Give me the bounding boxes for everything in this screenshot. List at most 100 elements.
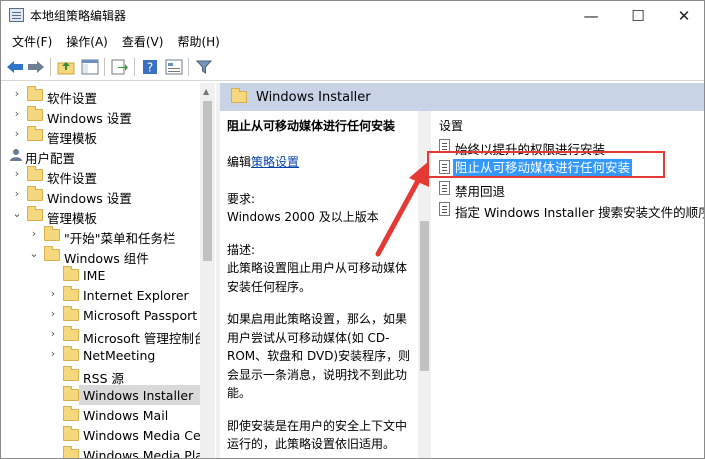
folder-icon <box>27 206 43 221</box>
policy-description: 阻止从可移动媒体进行任何安装 编辑策略设置 要求: Windows 2000 及… <box>220 111 418 458</box>
tree-item[interactable]: › Microsoft Passport <box>1 305 201 325</box>
toolbar: ? <box>1 52 704 81</box>
export-icon[interactable] <box>111 58 129 75</box>
menu-bar: 文件(F) 操作(A) 查看(V) 帮助(H) <box>1 30 704 52</box>
tree-item[interactable]: › Microsoft 管理控制台 <box>1 325 206 346</box>
folder-icon <box>27 126 43 141</box>
setting-row[interactable]: 禁用回退 <box>436 178 676 199</box>
back-arrow-icon[interactable] <box>6 58 24 75</box>
folder-icon <box>231 88 247 103</box>
folder-icon <box>27 166 43 181</box>
menu-view[interactable]: 查看(V) <box>115 30 171 52</box>
settings-column-header[interactable]: 设置 <box>439 117 463 134</box>
forward-arrow-icon[interactable] <box>27 58 45 75</box>
help-icon[interactable]: ? <box>141 58 159 75</box>
tree-item[interactable]: › 软件设置 <box>1 165 201 186</box>
description-label: 描述: <box>227 242 256 257</box>
chevron-right-icon[interactable]: › <box>11 187 23 200</box>
properties-icon[interactable] <box>165 58 183 75</box>
description-text: 此策略设置阻止用户从可移动媒体安装任何程序。 <box>227 261 408 294</box>
title-bar: 本地组策略编辑器 — ☐ ✕ <box>1 1 704 30</box>
tree-scroll-thumb[interactable] <box>203 101 212 261</box>
folder-icon <box>63 426 79 441</box>
details-header: Windows Installer <box>220 83 704 111</box>
edit-prefix: 编辑 <box>227 155 252 169</box>
folder-icon <box>63 306 79 321</box>
description-para-2: 如果启用此策略设置，那么，如果用户尝试从可移动媒体(如 CD-ROM、软盘和 D… <box>227 312 411 400</box>
tree-item[interactable]: › Internet Explorer <box>1 285 201 305</box>
tree-item-label: Windows Media Pla <box>83 448 203 459</box>
tree-item[interactable]: Windows Installer <box>1 385 209 405</box>
tree-item[interactable]: › Windows 设置 <box>1 105 201 126</box>
tree-item[interactable]: › 软件设置 <box>1 85 201 106</box>
setting-label: 指定 Windows Installer 搜索安装文件的顺序 <box>455 205 705 220</box>
navigation-tree: › 软件设置 › Windows 设置 › 管理模板 用户配置 › 软件设置 › Windows 设… <box>1 83 216 459</box>
tree-item[interactable]: Windows Media Ce <box>1 425 201 445</box>
toolbar-separator <box>104 58 105 76</box>
minimize-button[interactable]: — <box>568 1 614 30</box>
folder-icon <box>27 86 43 101</box>
tree-item[interactable]: › 管理模板 <box>1 125 201 146</box>
chevron-right-icon[interactable]: › <box>11 107 23 120</box>
tree-item-label: IME <box>83 268 106 283</box>
chevron-right-icon[interactable]: › <box>28 227 40 240</box>
tree-item[interactable]: IME <box>1 265 201 285</box>
setting-row[interactable]: 指定 Windows Installer 搜索安装文件的顺序 <box>436 199 704 220</box>
tree-item[interactable]: › "开始"菜单和任务栏 <box>1 225 201 246</box>
gpedit-window: 本地组策略编辑器 — ☐ ✕ 文件(F) 操作(A) 查看(V) 帮助(H) ? <box>0 0 705 459</box>
policy-setting-icon <box>439 181 450 195</box>
tree-scrollbar[interactable]: ▲ <box>200 83 215 458</box>
tree-item[interactable]: Windows Media Pla <box>1 445 203 459</box>
folder-icon <box>63 326 79 341</box>
edit-policy-link[interactable]: 策略设置 <box>251 155 299 169</box>
user-config-icon <box>9 148 23 162</box>
menu-file[interactable]: 文件(F) <box>5 30 59 52</box>
tree-item[interactable]: ⌄ Windows 组件 <box>1 245 201 266</box>
folder-icon <box>63 286 79 301</box>
chevron-right-icon[interactable]: › <box>11 87 23 100</box>
chevron-right-icon[interactable]: › <box>47 347 59 360</box>
details-header-title: Windows Installer <box>256 90 371 105</box>
tree-item[interactable]: ⌄ 管理模板 <box>1 205 201 226</box>
menu-help[interactable]: 帮助(H) <box>170 30 226 52</box>
description-para-3: 即使安装是在用户的安全上下文中运行的，此策略设置依旧适用。 <box>227 418 408 452</box>
up-folder-icon[interactable] <box>57 58 75 75</box>
chevron-right-icon[interactable]: › <box>11 127 23 140</box>
close-button[interactable]: ✕ <box>661 1 704 30</box>
tree-item[interactable]: › Windows 设置 <box>1 185 201 206</box>
chevron-right-icon[interactable]: › <box>47 287 59 300</box>
requirements-value: Windows 2000 及以上版本 <box>227 210 379 224</box>
folder-icon <box>63 446 79 458</box>
tree-item-label: Windows Mail <box>83 408 169 423</box>
maximize-button[interactable]: ☐ <box>615 1 661 30</box>
toolbar-separator <box>188 58 189 76</box>
folder-icon <box>63 406 79 421</box>
description-scroll-thumb[interactable] <box>420 221 429 371</box>
chevron-right-icon[interactable]: › <box>11 167 23 180</box>
filter-icon[interactable] <box>195 58 213 75</box>
menu-action[interactable]: 操作(A) <box>59 30 115 52</box>
folder-icon <box>63 366 79 381</box>
toolbar-separator <box>50 58 51 76</box>
folder-icon <box>44 226 60 241</box>
tree-item[interactable]: Windows Mail <box>1 405 201 425</box>
folder-icon <box>27 186 43 201</box>
chevron-down-icon[interactable]: ⌄ <box>28 247 40 260</box>
chevron-right-icon[interactable]: › <box>47 307 59 320</box>
tree-item-label: Windows Installer <box>83 388 194 403</box>
edit-line: 编辑策略设置 <box>227 153 418 172</box>
toolbar-separator <box>134 58 135 76</box>
chevron-down-icon[interactable]: ⌄ <box>11 207 23 220</box>
tree-item[interactable]: 用户配置 <box>1 145 201 166</box>
chevron-right-icon[interactable]: › <box>47 327 59 340</box>
policy-setting-icon <box>439 202 450 216</box>
tree-item-label: Internet Explorer <box>83 288 189 303</box>
show-tree-icon[interactable] <box>81 58 99 75</box>
setting-label: 禁用回退 <box>455 184 506 199</box>
scroll-up-icon[interactable]: ▲ <box>203 87 209 96</box>
tree-item[interactable]: RSS 源 <box>1 365 201 386</box>
folder-icon <box>63 386 79 401</box>
svg-text:?: ? <box>147 60 153 74</box>
window-title: 本地组策略编辑器 <box>30 9 127 23</box>
tree-item[interactable]: › NetMeeting <box>1 345 201 365</box>
